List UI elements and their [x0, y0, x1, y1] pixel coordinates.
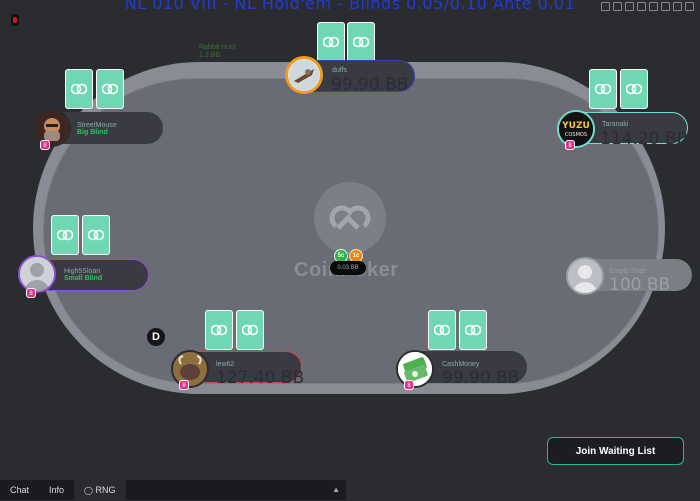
restore-icon[interactable]	[673, 2, 682, 11]
pot-amount: 0.03 BB	[330, 261, 366, 275]
tab-info[interactable]: Info	[39, 480, 74, 500]
shield-icon: ◯	[84, 486, 93, 495]
hole-card-back	[65, 69, 93, 109]
tab-rng[interactable]: ◯ RNG	[74, 480, 126, 500]
window-controls	[601, 2, 694, 11]
player-stack: 127.40 BB	[216, 368, 305, 388]
hole-card-back	[96, 69, 124, 109]
chart-icon[interactable]	[637, 2, 646, 11]
player-rank-badge-icon: 8	[565, 140, 575, 150]
player-rank-badge-icon: 8	[40, 140, 50, 150]
player-stack: 114.20 BB	[600, 129, 689, 149]
player-rank-badge-icon: 8	[404, 380, 414, 390]
player-name: duffs	[332, 67, 348, 74]
player-avatar[interactable]	[33, 109, 71, 147]
hole-card-back	[205, 310, 233, 350]
bottom-tab-bar: Chat Info ◯ RNG ▲	[0, 480, 346, 500]
player-rank-badge-icon: 8	[26, 288, 36, 298]
player-name: Taranaki	[602, 121, 629, 128]
player-name: StreetMouse	[77, 122, 117, 129]
record-icon[interactable]	[11, 14, 19, 26]
player-stack: 100 BB	[609, 275, 671, 295]
player-avatar[interactable]	[171, 350, 209, 388]
hole-card-back	[428, 310, 456, 350]
player-status: Small Blind	[64, 275, 103, 282]
hole-card-back	[620, 69, 648, 109]
hole-card-back	[459, 310, 487, 350]
rabbit-hunt-amount: 1.2 BB	[199, 52, 221, 59]
hole-card-back	[82, 215, 110, 255]
hole-card-back	[589, 69, 617, 109]
settings-icon[interactable]	[613, 2, 622, 11]
history-icon[interactable]	[625, 2, 634, 11]
player-avatar[interactable]	[566, 257, 604, 295]
tab-chat[interactable]: Chat	[0, 480, 39, 500]
player-stack: 99.90 BB	[331, 75, 409, 95]
player-name: Empty Seat	[609, 268, 646, 275]
player-avatar[interactable]	[396, 350, 434, 388]
coinpoker-logo-icon	[314, 182, 386, 254]
hole-card-back	[236, 310, 264, 350]
player-rank-badge-icon: 8	[179, 380, 189, 390]
player-avatar[interactable]: YUZU COSMOS	[557, 110, 595, 148]
chevron-up-icon[interactable]: ▲	[332, 485, 340, 494]
tab-rng-label: RNG	[95, 485, 116, 495]
player-name: CashMoney	[442, 361, 480, 368]
svg-text:YUZU: YUZU	[561, 121, 590, 131]
player-stack: 99.90 BB	[442, 368, 520, 388]
join-waiting-list-button[interactable]: Join Waiting List	[547, 437, 684, 465]
link-icon[interactable]	[649, 2, 658, 11]
player-avatar[interactable]	[18, 255, 56, 293]
player-status: Big Blind	[77, 129, 108, 136]
rabbit-hunt-text: Rabbit Hunt 1.2 BB	[199, 44, 236, 60]
hole-card-back	[51, 215, 79, 255]
window-title: NL 010 VIII - NL Hold'em - Blinds 0.05/0…	[124, 0, 576, 13]
player-name: lew62	[216, 361, 235, 368]
dealer-button: D	[147, 328, 165, 346]
svg-text:COSMOS: COSMOS	[565, 132, 587, 138]
close-icon[interactable]	[685, 2, 694, 11]
maximize-icon[interactable]	[661, 2, 670, 11]
player-avatar[interactable]	[285, 56, 323, 94]
hole-card-back	[347, 22, 375, 62]
player-name: High5Sloan	[64, 268, 101, 275]
rabbit-hunt-label: Rabbit Hunt	[199, 44, 236, 51]
minimize-icon[interactable]	[601, 2, 610, 11]
hole-card-back	[317, 22, 345, 62]
